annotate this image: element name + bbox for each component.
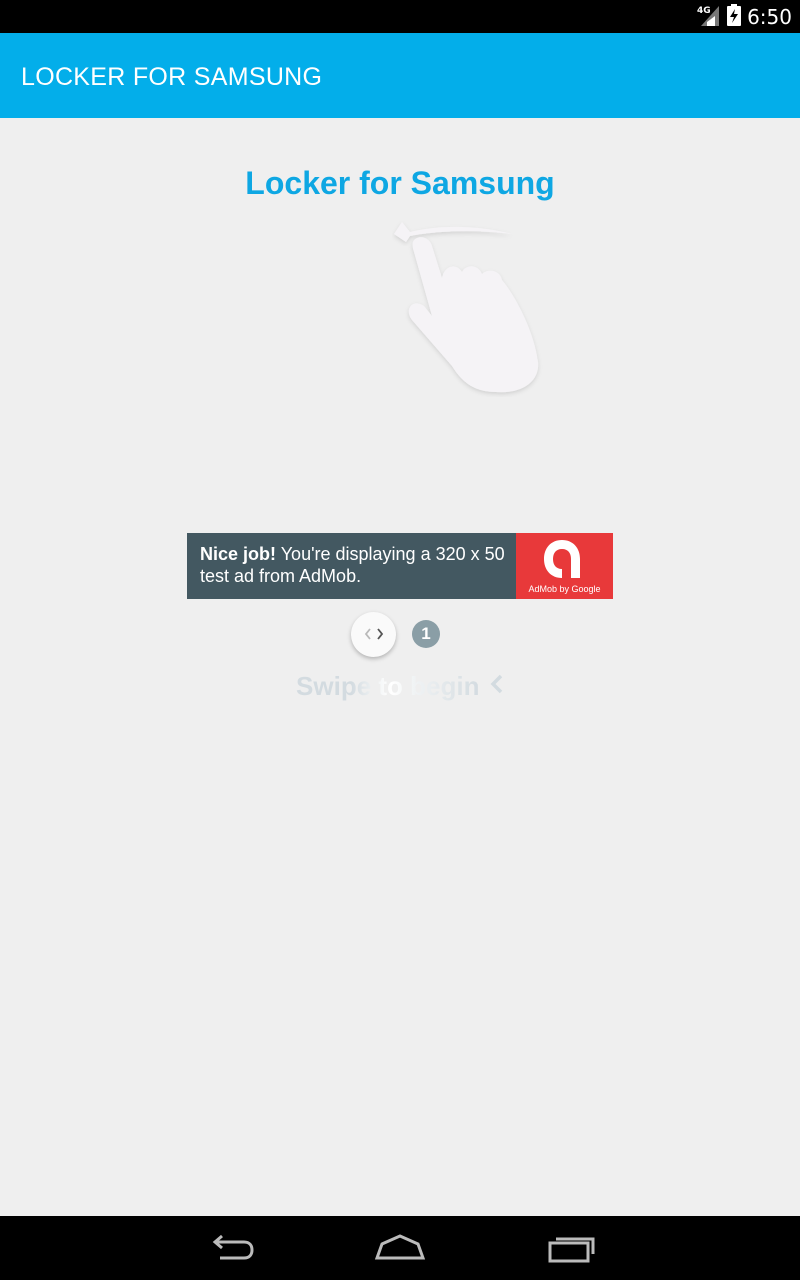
- ad-logo-label: AdMob by Google: [528, 584, 601, 594]
- network-4g-icon: 4G: [697, 4, 721, 31]
- ad-bold-text: Nice job!: [200, 544, 277, 564]
- status-time: 6:50: [747, 5, 792, 29]
- back-button[interactable]: [200, 1230, 260, 1266]
- admob-icon: [544, 540, 580, 578]
- home-icon: [374, 1234, 426, 1260]
- page-count-badge: 1: [412, 620, 440, 648]
- app-bar: LOCKER FOR SAMSUNG: [0, 33, 800, 118]
- recents-button[interactable]: [542, 1230, 602, 1266]
- recents-icon: [548, 1237, 595, 1263]
- swipe-to-begin[interactable]: Swipe to begin: [0, 671, 800, 703]
- swipe-hint-label: Swipe to begin: [296, 671, 480, 701]
- swipe-hand-icon: [392, 212, 552, 397]
- home-button[interactable]: [370, 1230, 430, 1266]
- page-toggle-button[interactable]: [351, 612, 396, 657]
- system-nav-bar: [0, 1216, 800, 1280]
- chevron-left-icon: [490, 673, 504, 700]
- page-headline: Locker for Samsung: [245, 165, 555, 201]
- ad-message: Nice job! You're displaying a 320 x 50 t…: [200, 543, 518, 587]
- main-content: Locker for Samsung Nice job! You're disp…: [0, 118, 800, 1216]
- status-icons: 4G 6:50: [697, 3, 792, 31]
- ad-banner[interactable]: Nice job! You're displaying a 320 x 50 t…: [187, 533, 613, 599]
- battery-charging-icon: [727, 3, 742, 31]
- network-label: 4G: [697, 6, 711, 16]
- back-icon: [212, 1234, 254, 1260]
- code-chevrons-icon: [364, 628, 384, 640]
- app-title: LOCKER FOR SAMSUNG: [21, 63, 323, 91]
- status-bar: 4G 6:50: [0, 0, 800, 33]
- admob-logo: AdMob by Google: [516, 533, 613, 599]
